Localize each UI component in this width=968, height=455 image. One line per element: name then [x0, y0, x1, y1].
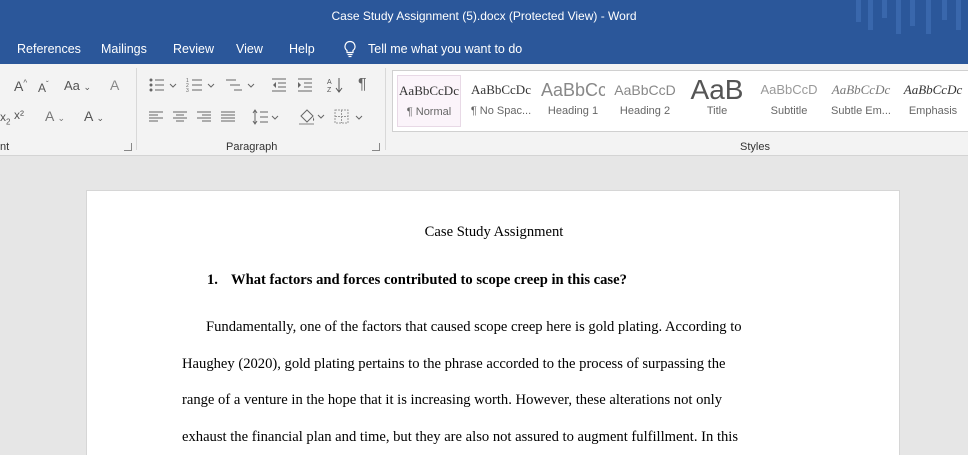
align-left-icon[interactable] — [148, 110, 164, 124]
group-separator — [136, 68, 137, 150]
paragraph-line: Haughey (2020), gold plating pertains to… — [182, 356, 726, 372]
paragraph-line: range of a venture in the hope that it i… — [182, 392, 723, 408]
clear-formatting-button[interactable]: A — [110, 77, 119, 93]
styles-gallery: AaBbCcDc ¶ Normal AaBbCcDc ¶ No Spac... … — [392, 70, 968, 132]
line-spacing-icon[interactable] — [252, 109, 280, 125]
styles-group-label: Styles — [740, 141, 770, 153]
paragraph-dialog-launcher-icon[interactable] — [372, 143, 380, 151]
question-heading: 1. What factors and forces contributed to… — [207, 272, 627, 289]
subscript-button[interactable]: x2 — [0, 110, 10, 126]
tab-mailings[interactable]: Mailings — [101, 42, 147, 56]
svg-text:Z: Z — [327, 87, 332, 94]
paragraph-line: Fundamentally, one of the factors that c… — [206, 319, 742, 335]
decrease-indent-icon[interactable] — [270, 77, 288, 93]
increase-indent-icon[interactable] — [296, 77, 314, 93]
style-subtle-emphasis[interactable]: AaBbCcDc Subtle Em... — [829, 75, 893, 127]
svg-text:3: 3 — [186, 88, 189, 93]
align-right-icon[interactable] — [196, 110, 212, 124]
title-bar-decoration — [838, 0, 968, 34]
svg-text:A: A — [327, 79, 332, 86]
window-title: Case Study Assignment (5).docx (Protecte… — [331, 9, 637, 23]
paragraph-group-label: Paragraph — [226, 141, 278, 153]
style-subtitle[interactable]: AaBbCcD Subtitle — [757, 75, 821, 127]
font-color-button[interactable]: A ⌄ — [84, 108, 104, 124]
numbering-icon[interactable]: 123 — [186, 77, 218, 93]
tab-review[interactable]: Review — [173, 42, 214, 56]
align-center-icon[interactable] — [172, 110, 188, 124]
grow-font-button[interactable]: A^ — [14, 78, 27, 94]
tell-me-label: Tell me what you want to do — [368, 42, 523, 56]
style-title[interactable]: AaB Title — [685, 75, 749, 127]
font-group-label: nt — [0, 141, 10, 153]
group-separator — [385, 68, 386, 150]
question-number: 1. — [207, 272, 218, 288]
chevron-down-icon: ⌄ — [96, 113, 105, 123]
document-title: Case Study Assignment — [424, 224, 564, 240]
shrink-font-button[interactable]: Aˇ — [38, 80, 49, 95]
change-case-button[interactable]: Aa ⌄ — [64, 78, 91, 93]
style-heading-1[interactable]: AaBbCc Heading 1 — [541, 75, 605, 127]
bullets-icon[interactable] — [148, 77, 180, 93]
shading-icon[interactable] — [298, 108, 328, 126]
tab-view[interactable]: View — [236, 42, 263, 56]
style-heading-2[interactable]: AaBbCcD Heading 2 — [613, 75, 677, 127]
borders-icon[interactable] — [334, 109, 366, 125]
superscript-button[interactable]: x² — [14, 108, 24, 122]
tell-me-search[interactable]: Tell me what you want to do — [342, 40, 522, 58]
title-bar: Case Study Assignment (5).docx (Protecte… — [0, 0, 968, 34]
tab-references[interactable]: References — [17, 42, 81, 56]
show-hide-marks-icon[interactable]: ¶ — [358, 76, 367, 94]
lightbulb-icon — [344, 40, 356, 58]
question-text: What factors and forces contributed to s… — [231, 272, 627, 288]
chevron-down-icon: ⌄ — [83, 82, 92, 92]
font-dialog-launcher-icon[interactable] — [124, 143, 132, 151]
paragraph-line: exhaust the financial plan and time, but… — [182, 429, 739, 445]
text-effects-button[interactable]: A ⌄ — [45, 108, 65, 124]
sort-icon[interactable]: AZ — [326, 76, 344, 94]
style-no-spacing[interactable]: AaBbCcDc ¶ No Spac... — [469, 75, 533, 127]
tab-help[interactable]: Help — [289, 42, 315, 56]
justify-icon[interactable] — [220, 110, 236, 124]
ribbon: A^ Aˇ Aa ⌄ A x2 x² A ⌄ A ⌄ nt 123 AZ ¶ P… — [0, 64, 968, 156]
style-normal[interactable]: AaBbCcDc ¶ Normal — [397, 75, 461, 127]
style-emphasis[interactable]: AaBbCcDc Emphasis — [901, 75, 965, 127]
chevron-down-icon: ⌄ — [57, 113, 66, 123]
multilevel-list-icon[interactable] — [224, 77, 258, 93]
document-page[interactable]: Case Study Assignment 1. What factors and… — [86, 190, 900, 455]
ribbon-tabs: References Mailings Review View Help Tel… — [0, 34, 968, 64]
